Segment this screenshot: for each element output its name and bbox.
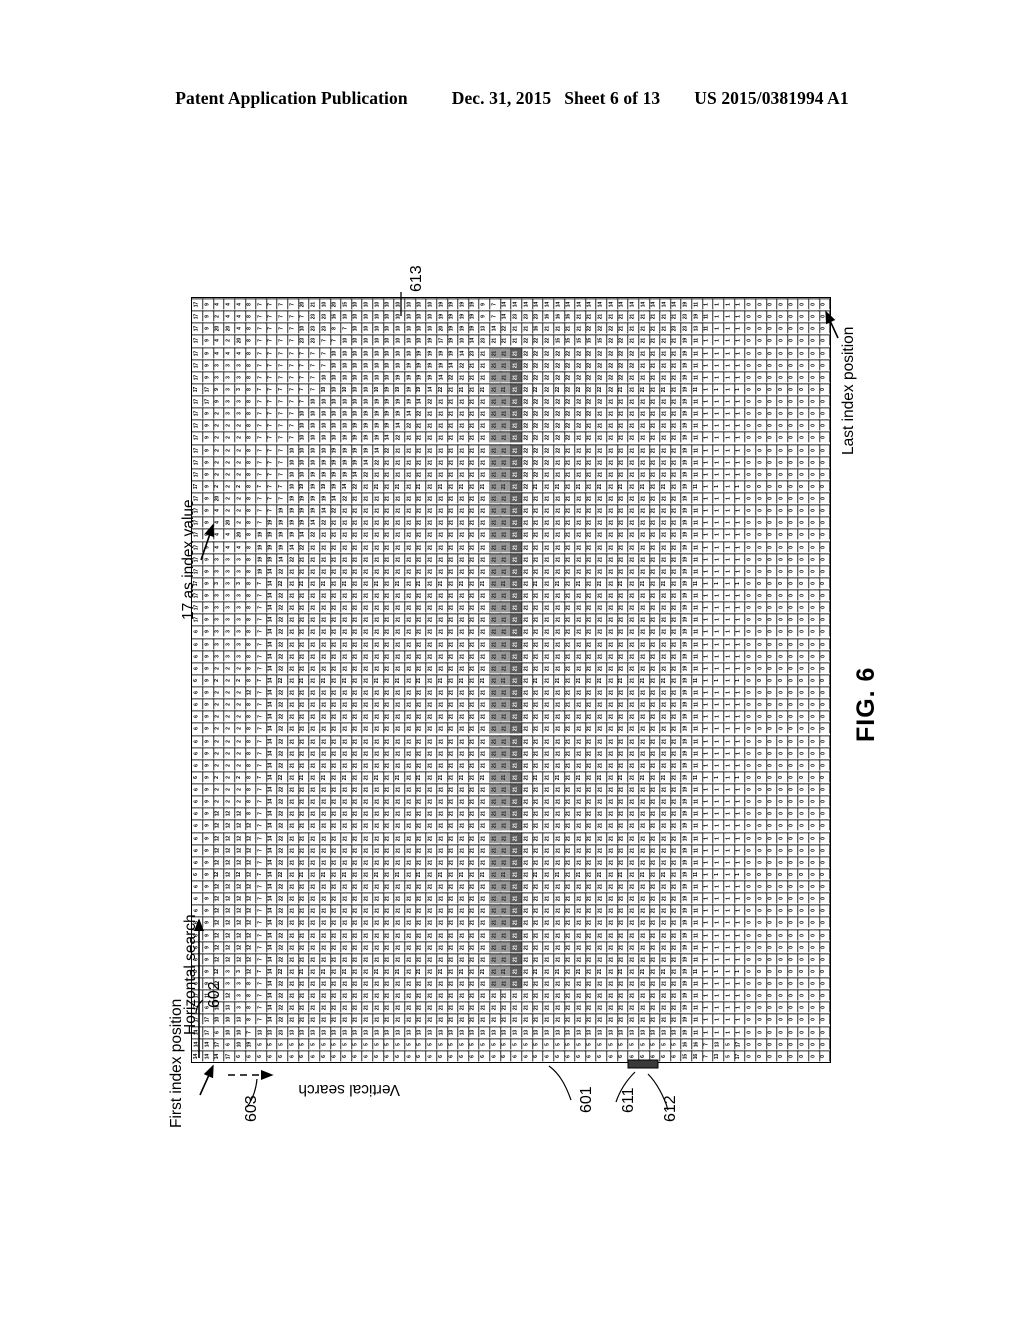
matrix-cell: 0: [818, 456, 830, 468]
matrix-cell: 0: [818, 407, 830, 419]
matrix-cell: 0: [818, 735, 830, 746]
matrix-cell: 0: [818, 541, 830, 552]
matrix-cell: 0: [818, 771, 830, 783]
matrix-cell: 0: [818, 868, 830, 880]
ref-602: 602: [206, 981, 224, 1008]
matrix-cell: 0: [818, 759, 830, 771]
matrix-cell: 0: [818, 989, 830, 1001]
matrix-cell: 0: [818, 565, 830, 577]
matrix-cell: 0: [818, 359, 830, 370]
matrix-cell: 0: [818, 468, 830, 480]
matrix-cell: 0: [818, 856, 830, 868]
matrix-cell: 0: [818, 820, 830, 831]
matrix-cell: 0: [818, 905, 830, 916]
matrix-cell: 0: [818, 880, 830, 892]
ref-601: 601: [578, 1086, 596, 1113]
matrix-cell: 0: [818, 674, 830, 686]
matrix-cell: 0: [818, 650, 830, 662]
matrix-cell: 0: [818, 892, 830, 904]
matrix-cell: 0: [818, 711, 830, 722]
matrix-cell: 0: [818, 941, 830, 953]
ref-603: 603: [243, 1095, 261, 1122]
matrix-cell: 0: [818, 614, 830, 625]
search-matrix-grid: 17 9 4 4 4 8 7 7 7 7 20 21 10 20 15 10 10 10 10 10 10 10 10 19 1…: [191, 297, 831, 1063]
matrix-cell: 0: [818, 529, 830, 540]
matrix-cell: 0: [818, 347, 830, 358]
matrix-cell: 0: [818, 1002, 830, 1013]
matrix-cell: 0: [818, 783, 830, 795]
matrix-cell: 0: [818, 492, 830, 504]
matrix-cells: 17 9 4 4 4 8 7 7 7 7 20 21 10 20 15 10 10 10 10 10 10 10 10 19 1…: [192, 298, 830, 1062]
ref-611: 611: [620, 1087, 638, 1113]
matrix-cell: 0: [818, 517, 830, 528]
matrix-cell: 0: [818, 953, 830, 965]
matrix-cell: 0: [818, 844, 830, 856]
matrix-cell: 0: [818, 977, 830, 989]
matrix-cell: 0: [818, 420, 830, 431]
ref-612: 612: [662, 1095, 680, 1122]
label-first-index-position-line1: First index position: [168, 999, 186, 1128]
matrix-cell: 0: [818, 432, 830, 443]
label-index-value: 17 as index value: [180, 499, 198, 620]
matrix-cell: 0: [818, 965, 830, 977]
matrix-cell: 0: [818, 335, 830, 346]
matrix-cell: 0: [818, 1050, 830, 1062]
matrix-cell: 0: [818, 1014, 830, 1025]
ref-613: 613: [408, 265, 426, 292]
matrix-cell: 0: [818, 444, 830, 455]
matrix-cell: 0: [818, 808, 830, 819]
matrix-cell: 0: [818, 310, 830, 322]
matrix-cell: 0: [818, 795, 830, 807]
matrix-cell: 0: [818, 323, 830, 334]
matrix-cell: 0: [818, 626, 830, 637]
matrix-cell: 0: [818, 395, 830, 407]
matrix-cell: 0: [818, 917, 830, 928]
matrix-cell: 0: [818, 553, 830, 565]
matrix-cell: 0: [818, 638, 830, 649]
matrix-cell: 0: [818, 480, 830, 492]
matrix-cell: 0: [818, 832, 830, 843]
matrix-cell: 0: [818, 1026, 830, 1037]
figure-6: 17 9 4 4 4 8 7 7 7 7 20 21 10 20 15 10 10 10 10 10 10 10 10 19 1…: [0, 0, 1024, 1320]
matrix-cell: 0: [818, 601, 830, 613]
label-vertical-search: Vertical search: [298, 1080, 400, 1098]
matrix-cell: 0: [818, 589, 830, 601]
matrix-cell: 0: [818, 929, 830, 940]
matrix-cell: 0: [818, 1038, 830, 1050]
matrix-cell: 0: [818, 723, 830, 734]
matrix-cell: 0: [818, 662, 830, 674]
matrix-cell: 0: [818, 577, 830, 589]
matrix-cell: 0: [818, 504, 830, 516]
label-last-index-position: Last index position: [840, 327, 858, 455]
matrix-cell: 0: [818, 383, 830, 395]
matrix-cell: 0: [818, 298, 830, 310]
figure-caption: FIG. 6: [852, 667, 881, 742]
matrix-cell: 0: [818, 698, 830, 710]
matrix-cell: 0: [818, 686, 830, 698]
matrix-cell: 0: [818, 371, 830, 383]
matrix-cell: 0: [818, 747, 830, 759]
